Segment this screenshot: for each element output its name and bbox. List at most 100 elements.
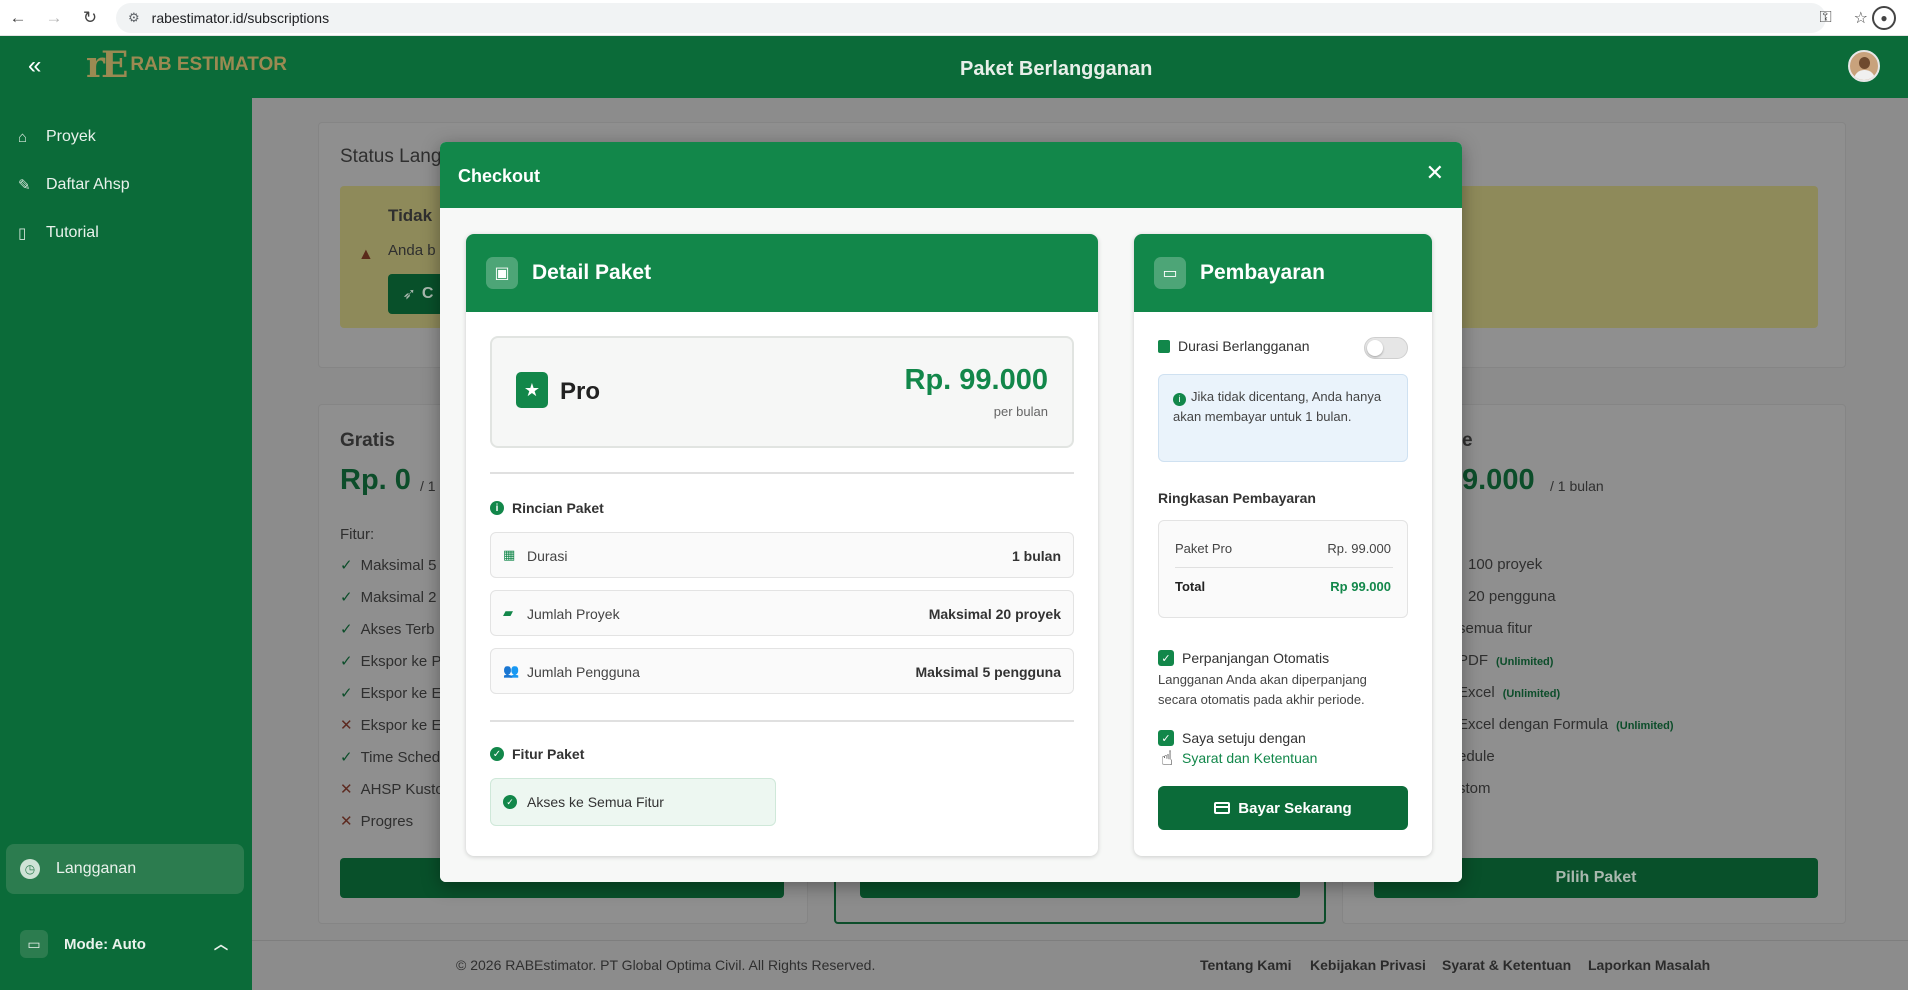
terms-link[interactable]: Syarat dan Ketentuan — [1182, 748, 1317, 768]
pay-now-button[interactable]: Bayar Sekarang — [1158, 786, 1408, 830]
footer-link-terms[interactable]: Syarat & Ketentuan — [1442, 957, 1571, 973]
pro-feature-label: Excel dengan Formula — [1458, 716, 1609, 733]
pro-plan-price-fragment: 9.000 — [1462, 464, 1535, 496]
logo[interactable]: rE RAB ESTIMATOR — [86, 44, 287, 86]
summary-total-row: Total Rp 99.000 — [1175, 579, 1391, 594]
pro-feature-item: Excel dengan Formula (Unlimited) — [1458, 716, 1674, 733]
divider — [1175, 567, 1393, 568]
monitor-icon: ▭ — [20, 930, 48, 958]
detail-row-value: Maksimal 20 proyek — [928, 606, 1061, 622]
pro-feature-item: PDF (Unlimited) — [1458, 652, 1553, 669]
close-icon[interactable]: ✕ — [1426, 162, 1444, 184]
footer-link-report[interactable]: Laporkan Masalah — [1588, 957, 1710, 973]
detail-row-label: Jumlah Pengguna — [527, 664, 640, 680]
sidebar-item-label: Langganan — [56, 860, 137, 877]
sidebar-item-daftar-ahsp[interactable]: ✎ Daftar Ahsp — [18, 176, 130, 194]
checkout-modal: Checkout ✕ ▣ Detail Paket ★ Pro Rp. 99.0… — [440, 142, 1462, 882]
auto-renew-checkbox[interactable]: ✓ — [1158, 650, 1174, 666]
summary-item-label: Paket Pro — [1175, 541, 1233, 556]
sidebar-item-proyek[interactable]: ⌂ Proyek — [18, 128, 96, 146]
footer-link-privacy[interactable]: Kebijakan Privasi — [1310, 957, 1426, 973]
box-icon: ▣ — [486, 257, 518, 289]
unlimited-badge: (Unlimited) — [1616, 720, 1674, 732]
feature-item-label: Akses ke Semua Fitur — [527, 794, 664, 810]
warning-action-label: C — [421, 285, 434, 302]
password-key-icon[interactable]: ⚿ — [1819, 9, 1831, 27]
warning-action-button[interactable]: ➶ C — [388, 274, 448, 314]
info-icon: i — [1173, 392, 1186, 406]
pro-feature-label: 100 proyek — [1468, 556, 1543, 573]
browser-profile-icon[interactable]: ● — [1872, 6, 1896, 30]
forward-icon[interactable]: → — [36, 0, 72, 36]
user-avatar[interactable] — [1848, 50, 1880, 82]
detail-row-projects: ▰ Jumlah Proyek Maksimal 20 proyek — [490, 590, 1074, 636]
edit-icon: ✎ — [18, 177, 31, 194]
chevron-up-icon: ︿ — [214, 936, 228, 952]
clock-icon: ◷ — [20, 859, 40, 879]
pro-feature-item: semua fitur — [1458, 620, 1532, 637]
breakdown-label-text: Rincian Paket — [512, 500, 604, 516]
calendar-icon: ▦ — [503, 547, 516, 562]
pro-feature-item: edule — [1458, 748, 1495, 765]
sidebar-item-langganan[interactable]: ◷ Langganan — [6, 844, 244, 894]
page-title: Paket Berlangganan — [960, 58, 1153, 80]
app-header: « rE RAB ESTIMATOR Paket Berlangganan — [0, 36, 1908, 98]
duration-toggle[interactable] — [1364, 337, 1408, 359]
features-label: ✓ Fitur Paket — [490, 746, 584, 762]
pro-feature-label: 20 pengguna — [1468, 588, 1556, 605]
package-detail-header: ▣ Detail Paket — [466, 234, 1098, 312]
free-feature-label: Ekspor ke E — [360, 685, 442, 702]
pro-feature-item: 100 proyek — [1468, 556, 1542, 573]
back-icon[interactable]: ← — [0, 0, 36, 36]
rocket-icon: ➶ — [402, 286, 416, 303]
check-icon: ✓ — [340, 685, 353, 702]
check-icon: ✓ — [340, 653, 353, 670]
payment-panel: ▭ Pembayaran Durasi Berlangganan i Jika t… — [1134, 234, 1432, 856]
payment-title: Pembayaran — [1200, 261, 1325, 284]
reload-icon[interactable]: ↻ — [72, 0, 108, 36]
check-circle-icon: ✓ — [503, 795, 517, 809]
summary-total-label: Total — [1175, 579, 1206, 594]
address-bar[interactable]: ⚙ rabestimator.id/subscriptions — [116, 3, 1826, 33]
url-text: rabestimator.id/subscriptions — [151, 10, 330, 26]
warning-text: Anda b — [388, 242, 436, 259]
cross-icon: ✕ — [340, 813, 353, 830]
free-feature-label: Time Sched — [360, 749, 441, 766]
site-settings-icon[interactable]: ⚙ — [128, 10, 140, 26]
theme-mode-toggle[interactable]: ▭ Mode: Auto ︿ — [6, 924, 244, 964]
agree-label: Saya setuju dengan — [1182, 730, 1306, 746]
free-feature-item: ✓ Maksimal 2 — [340, 588, 436, 606]
browser-toolbar: ← → ↻ ⚙ rabestimator.id/subscriptions ⚿ … — [0, 0, 1908, 36]
free-feature-label: Akses Terb — [360, 621, 435, 638]
free-feature-item: ✓ Ekspor ke E — [340, 684, 441, 702]
warning-title: Tidak — [388, 206, 433, 225]
home-icon: ⌂ — [18, 128, 28, 146]
summary-item-value: Rp. 99.000 — [1327, 541, 1391, 556]
calendar-check-icon — [1158, 339, 1170, 353]
duration-row: Durasi Berlangganan — [1158, 338, 1310, 354]
collapse-sidebar-icon[interactable]: « — [28, 54, 41, 78]
free-feature-label: Ekspor ke E — [360, 717, 442, 734]
free-feature-item: ✓ Ekspor ke P — [340, 652, 441, 670]
free-feature-label: Maksimal 5 — [360, 557, 437, 574]
auto-renew-label: Perpanjangan Otomatis — [1182, 650, 1330, 666]
check-icon: ✓ — [340, 621, 353, 638]
free-feature-item: ✓ Time Sched — [340, 748, 440, 766]
agree-terms-checkbox[interactable]: ✓ — [1158, 730, 1174, 746]
unlimited-badge: (Unlimited) — [1502, 688, 1561, 700]
sidebar-item-label: Daftar Ahsp — [46, 176, 130, 193]
pro-feature-label: Excel — [1458, 684, 1495, 701]
check-icon: ✓ — [340, 749, 353, 766]
sidebar-item-tutorial[interactable]: ▯ Tutorial — [18, 224, 99, 242]
pro-feature-label: semua fitur — [1458, 620, 1533, 637]
divider — [490, 472, 1074, 474]
plan-price: Rp. 99.000 — [904, 364, 1048, 396]
footer-copyright: © 2026 RABEstimator. PT Global Optima Ci… — [456, 957, 876, 973]
sidebar-item-label: Tutorial — [46, 224, 99, 241]
check-circle-icon: ✓ — [490, 747, 504, 761]
footer-link-about[interactable]: Tentang Kami — [1200, 957, 1292, 973]
pro-feature-label: stom — [1458, 780, 1491, 797]
bookmark-star-icon[interactable]: ☆ — [1854, 8, 1868, 28]
summary-total-value: Rp 99.000 — [1330, 579, 1391, 594]
auto-renew-description: Langganan Anda akan diperpanjang secara … — [1158, 672, 1367, 707]
